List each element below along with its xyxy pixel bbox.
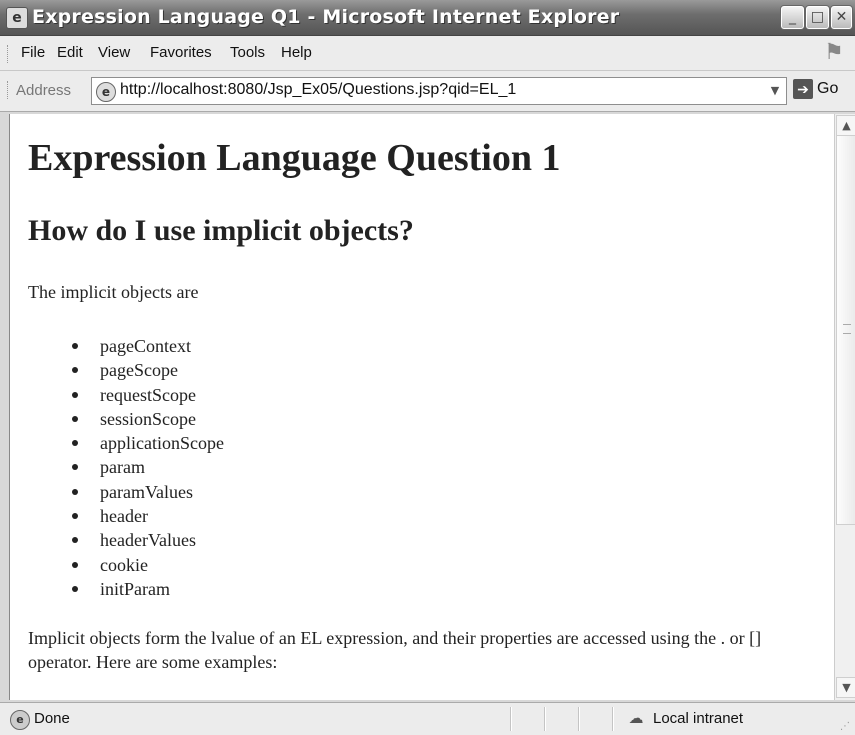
list-item: pageContext [72, 334, 224, 358]
status-divider [510, 707, 512, 731]
scroll-grip-icon [843, 324, 851, 334]
browser-window: e Expression Language Q1 - Microsoft Int… [0, 0, 855, 735]
page-heading: Expression Language Question 1 [28, 137, 561, 179]
status-divider [612, 707, 614, 731]
list-item: sessionScope [72, 407, 224, 431]
windows-logo-icon: ⚑ [824, 40, 844, 65]
window-title: Expression Language Q1 - Microsoft Inter… [32, 6, 620, 28]
implicit-objects-list: pageContext pageScope requestScope sessi… [72, 334, 224, 601]
menu-bar: File Edit View Favorites Tools Help [0, 36, 855, 71]
menu-favorites[interactable]: Favorites [150, 44, 212, 61]
scroll-thumb[interactable] [836, 135, 855, 525]
address-bar: Address e http://localhost:8080/Jsp_Ex05… [0, 71, 855, 112]
menu-grip[interactable] [7, 45, 10, 63]
page-icon: e [96, 82, 116, 102]
close-icon: ✕ [835, 9, 848, 25]
page-status-icon: e [10, 710, 30, 730]
chevron-down-icon[interactable]: ▼ [764, 78, 786, 104]
resize-grip-icon[interactable]: ⋰ [840, 721, 852, 733]
address-input[interactable]: e http://localhost:8080/Jsp_Ex05/Questio… [91, 77, 787, 105]
list-item: header [72, 504, 224, 528]
go-label: Go [817, 80, 839, 98]
list-item: param [72, 455, 224, 479]
maximize-icon: □ [810, 9, 825, 25]
question-heading: How do I use implicit objects? [28, 214, 414, 247]
status-bar: e Done ☁ Local intranet ⋰ [0, 702, 855, 735]
menu-file[interactable]: File [21, 44, 45, 61]
intranet-zone-icon: ☁ [628, 709, 644, 727]
menu-tools[interactable]: Tools [230, 44, 265, 61]
menu-help[interactable]: Help [281, 44, 312, 61]
list-item: cookie [72, 553, 224, 577]
status-text: Done [34, 710, 70, 727]
list-item: headerValues [72, 528, 224, 552]
vertical-scrollbar[interactable]: ▲ ▼ [834, 114, 855, 700]
status-divider [578, 707, 580, 731]
security-zone-label: Local intranet [653, 710, 744, 727]
ie-page-icon[interactable]: e [6, 7, 28, 29]
scroll-down-button[interactable]: ▼ [836, 677, 855, 698]
minimize-button[interactable]: _ [781, 6, 804, 29]
status-divider [544, 707, 546, 731]
title-bar: e Expression Language Q1 - Microsoft Int… [0, 0, 855, 36]
scroll-up-button[interactable]: ▲ [836, 115, 855, 136]
address-grip[interactable] [7, 81, 10, 99]
list-item: pageScope [72, 358, 224, 382]
minimize-icon: _ [789, 9, 796, 25]
list-item: applicationScope [72, 431, 224, 455]
page-content: Expression Language Question 1 How do I … [9, 114, 834, 700]
go-arrow-icon: ➔ [793, 79, 813, 99]
close-button[interactable]: ✕ [831, 6, 852, 29]
list-item: paramValues [72, 480, 224, 504]
intro-text: The implicit objects are [28, 282, 199, 302]
address-url[interactable]: http://localhost:8080/Jsp_Ex05/Questions… [120, 81, 516, 99]
explanation-paragraph: Implicit objects form the lvalue of an E… [28, 628, 762, 672]
maximize-button[interactable]: □ [806, 6, 829, 29]
list-item: initParam [72, 577, 224, 601]
menu-view[interactable]: View [98, 44, 130, 61]
menu-edit[interactable]: Edit [57, 44, 83, 61]
list-item: requestScope [72, 383, 224, 407]
go-button[interactable]: ➔ Go [793, 79, 853, 103]
address-label: Address [16, 82, 72, 99]
